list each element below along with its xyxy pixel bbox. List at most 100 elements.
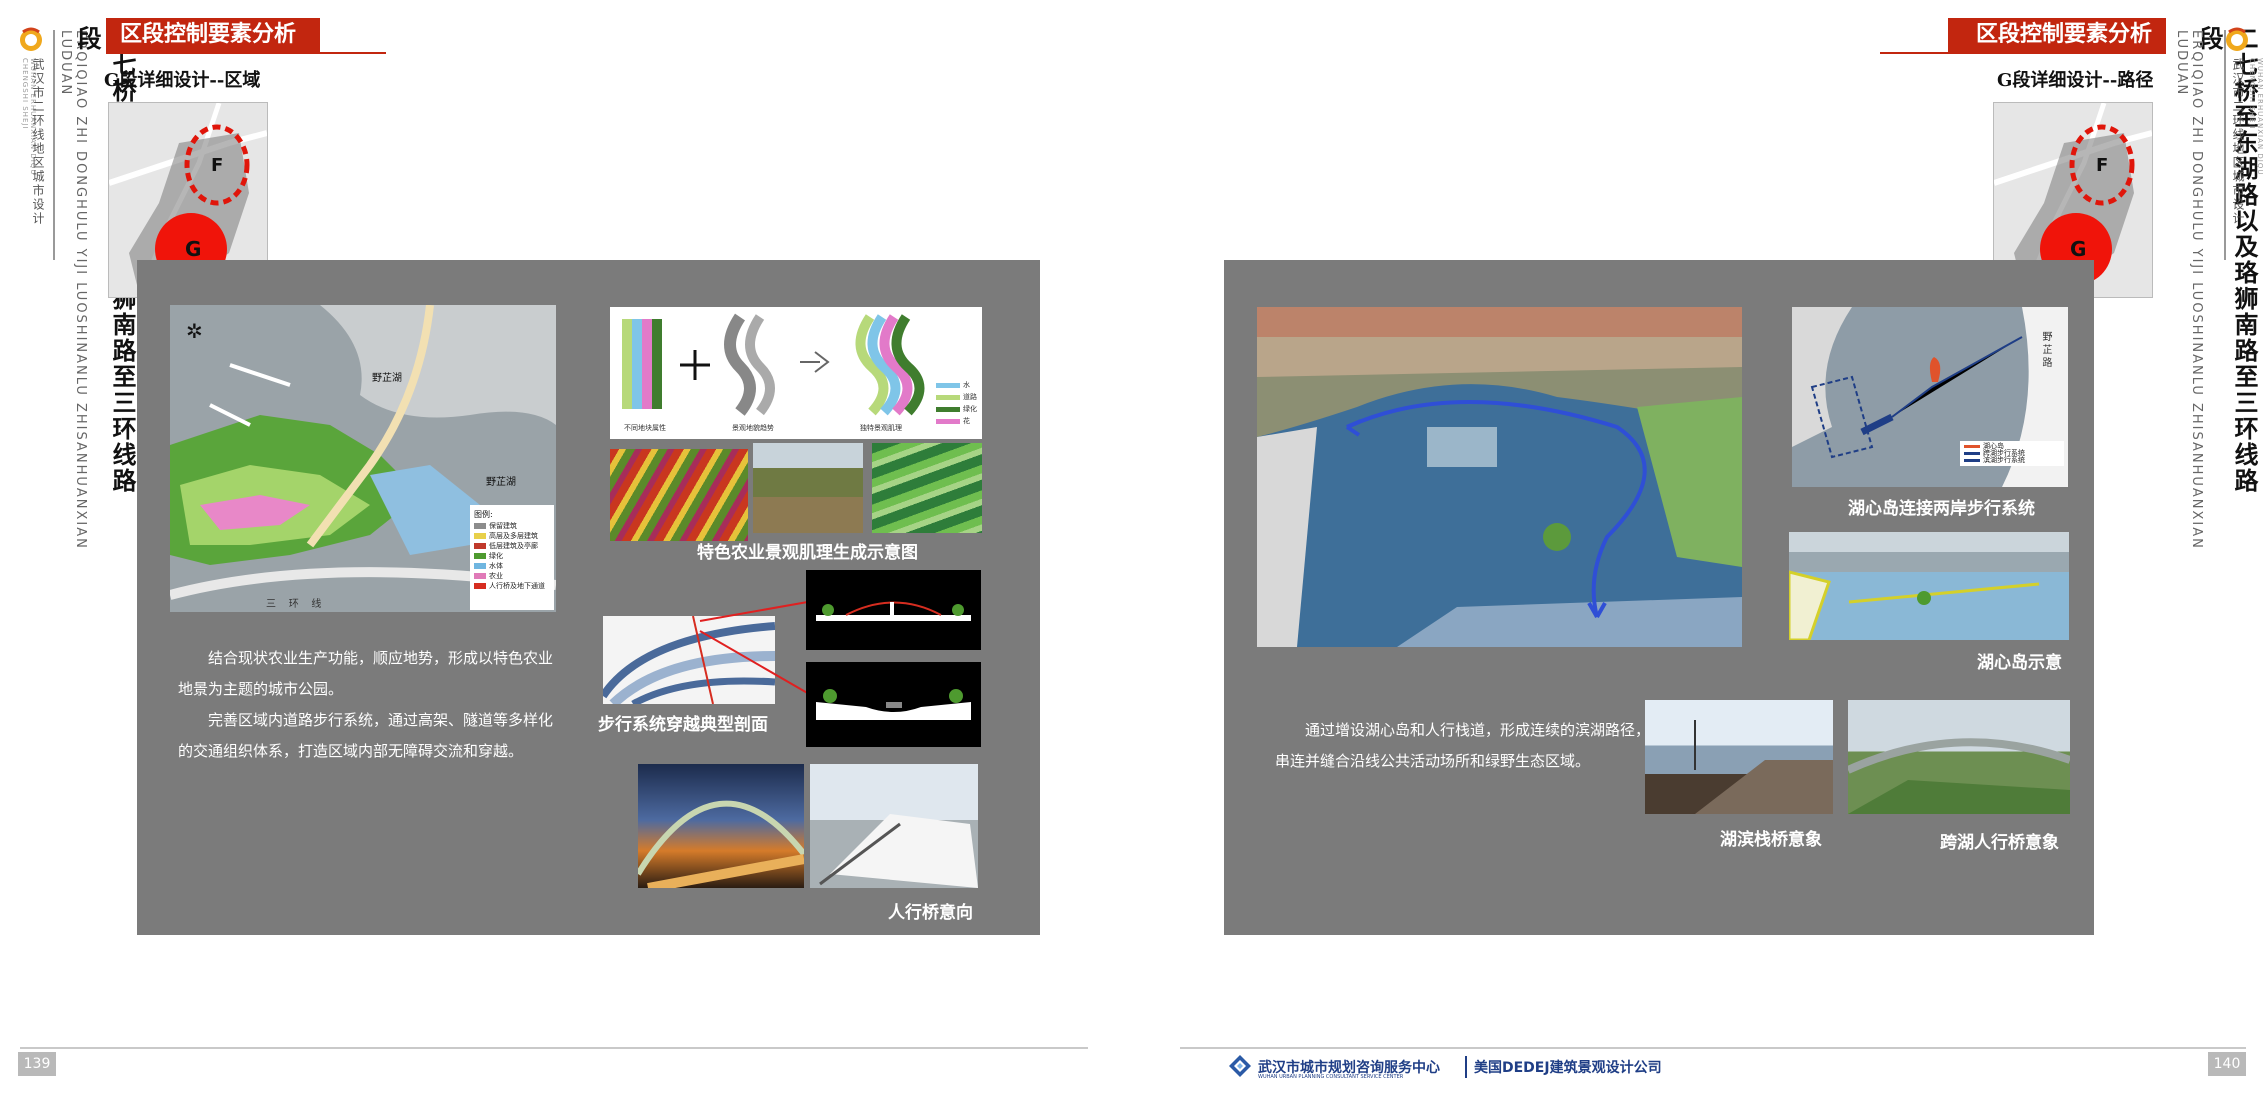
north-arrow-icon: ✲ (186, 319, 203, 343)
texture-legend-swatch (936, 382, 960, 388)
legend-item: 人行桥及地下通道 (474, 581, 554, 591)
legend-label: 绿化 (489, 552, 503, 560)
site-map-lake-label-2: 野芷湖 (486, 477, 516, 488)
texture-legend-item: 绿化 (936, 403, 977, 415)
island-map-road-label: 野 芷 路 (2040, 331, 2051, 368)
caption-texture: 特色农业景观肌理生成示意图 (697, 543, 918, 563)
bridge-photo-1 (638, 764, 804, 888)
texture-legend-item: 水 (936, 379, 977, 391)
legend-item: 低层建筑及亭廊 (474, 541, 554, 551)
paragraph-1: 结合现状农业生产功能，顺应地势，形成以特色农业地景为主题的城市公园。 (178, 649, 554, 698)
caption-section: 步行系统穿越典型剖面 (598, 715, 768, 735)
island-system-map: 野 芷 路 湖心岛 跨湖步行系统 滨湖步行系统 (1792, 307, 2068, 487)
legend-swatch (474, 523, 486, 529)
header-tab: 区段控制要素分析 (1948, 18, 2166, 52)
footer-org1-en: WUHAN URBAN PLANNING CONSULTANT SERVICE … (1258, 1074, 1404, 1080)
legend-label: 低层建筑及亭廊 (489, 542, 538, 550)
legend-swatch (474, 533, 486, 539)
paragraph: 通过增设湖心岛和人行栈道，形成连续的滨湖路径，串连并缝合沿线公共活动场所和绿野生… (1275, 721, 1651, 770)
texture-legend-label: 道路 (963, 393, 977, 401)
legend-label: 滨湖步行系统 (1983, 456, 2025, 464)
caption-island: 湖心岛示意 (1977, 653, 2062, 673)
legend-swatch (474, 573, 486, 579)
logo-icon (18, 26, 44, 52)
texture-diagram: 不同地块属性 景观地貌趋势 独特景观肌理 水道路绿化花 (610, 307, 982, 439)
right-page: 区段控制要素分析 G段详细设计--路径 二七桥至东湖路以及珞狮南路至三环线路段 … (1100, 0, 2268, 1096)
lake-bridge-photo (1848, 700, 2070, 814)
footer-rule (20, 1047, 1088, 1049)
subtitle: G段详细设计--区域 (104, 70, 261, 91)
texture-legend-swatch (936, 418, 960, 424)
site-map-legend: 图例: 保留建筑高层及多层建筑 低层建筑及亭廊 绿化水体农业人行桥及地下通道 (474, 509, 554, 591)
vertical-org: 武汉市二环线地区城市设计 (31, 58, 45, 226)
section-drawing-1 (806, 570, 981, 650)
footer-separator (1465, 1056, 1467, 1078)
bridge-photo-2 (810, 764, 978, 888)
keymap-f-label: F (2096, 155, 2109, 176)
legend-item: 水体 (474, 561, 554, 571)
texture-label-3: 独特景观肌理 (860, 424, 902, 432)
legend-item: 高层及多层建筑 (474, 531, 554, 541)
texture-legend-label: 绿化 (963, 405, 977, 413)
island-rendering (1789, 532, 2069, 640)
legend-list: 保留建筑高层及多层建筑 低层建筑及亭廊 绿化水体农业人行桥及地下通道 (474, 521, 554, 591)
caption-lake-bridge: 跨湖人行桥意象 (1940, 833, 2059, 853)
left-page: WUHAN ERHUANXIAN DIQU CHENGSHI SHEJI 武汉市… (0, 0, 1100, 1096)
logo-icon (2224, 26, 2250, 52)
legend-swatch (474, 553, 486, 559)
paragraph-2: 完善区域内道路步行系统，通过高架、隧道等多样化的交通组织体系，打造区域内部无障碍… (178, 711, 554, 760)
vertical-org: 武汉市二环线地区城市设计 (2231, 58, 2245, 226)
farm-path-photo (753, 443, 863, 533)
legend-label: 人行桥及地下通道 (489, 582, 545, 590)
legend-label: 高层及多层建筑 (489, 532, 538, 540)
green-terrace-photo (872, 443, 982, 533)
texture-legend: 水道路绿化花 (936, 379, 977, 427)
footer-org2: 美国DEDEJ建筑景观设计公司 (1474, 1060, 1662, 1076)
legend-item: 保留建筑 (474, 521, 554, 531)
caption-boardwalk: 湖滨栈桥意象 (1720, 830, 1822, 850)
legend-item: 农业 (474, 571, 554, 581)
caption-bridge: 人行桥意向 (888, 903, 973, 923)
keymap-f-label: F (211, 155, 224, 176)
legend-swatch (1964, 452, 1980, 455)
texture-legend-item: 花 (936, 415, 977, 427)
legend-label: 水体 (489, 562, 503, 570)
site-plan-map: 野芷湖 野芷湖 三 环 线 ✲ 图例: 保留建筑高层及多层建筑 低层建筑及亭廊 绿化… (170, 305, 556, 612)
texture-label-1: 不同地块属性 (624, 424, 666, 432)
site-map-road-label: 三 环 线 (266, 599, 322, 610)
footer-rule (1180, 1047, 2246, 1049)
header-rule (1880, 52, 2166, 54)
legend-item: 绿化 (474, 551, 554, 561)
org-logo-icon (1228, 1054, 1252, 1078)
tulip-field-photo (610, 449, 748, 541)
legend-swatch (474, 543, 486, 549)
texture-legend-swatch (936, 406, 960, 412)
vertical-divider (2224, 30, 2226, 260)
legend-swatch (1964, 445, 1980, 448)
legend-label: 农业 (489, 572, 503, 580)
keymap-g-label: G (2070, 237, 2087, 261)
header-rule (106, 52, 386, 54)
texture-legend-swatch (936, 394, 960, 400)
boardwalk-photo (1645, 700, 1833, 814)
legend-title: 图例: (474, 510, 493, 519)
lake-aerial-rendering (1257, 307, 1742, 647)
texture-legend-item: 道路 (936, 391, 977, 403)
vertical-org-en: WUHAN ERHUANXIAN DIQU CHENGSHI SHEJI (2248, 58, 2264, 176)
legend-swatch (474, 583, 486, 589)
vertical-divider (53, 30, 55, 260)
site-map-lake-label-1: 野芷湖 (372, 373, 402, 384)
texture-legend-label: 花 (963, 417, 970, 425)
vertical-pinyin: ERQIQIAO ZHI DONGHULU YIJI LUOSHINANLU Z… (2174, 30, 2204, 550)
caption-island-system: 湖心岛连接两岸步行系统 (1848, 499, 2035, 519)
legend-label: 保留建筑 (489, 522, 517, 530)
texture-label-2: 景观地貌趋势 (732, 424, 774, 432)
legend-swatch (474, 563, 486, 569)
page-number: 139 (18, 1052, 56, 1076)
subtitle: G段详细设计--路径 (1997, 70, 2154, 91)
keymap-g-label: G (185, 237, 202, 261)
section-drawing-2 (806, 662, 981, 747)
page-number: 140 (2208, 1052, 2246, 1076)
legend-swatch (1964, 459, 1980, 462)
header-tab: 区段控制要素分析 (106, 18, 320, 52)
